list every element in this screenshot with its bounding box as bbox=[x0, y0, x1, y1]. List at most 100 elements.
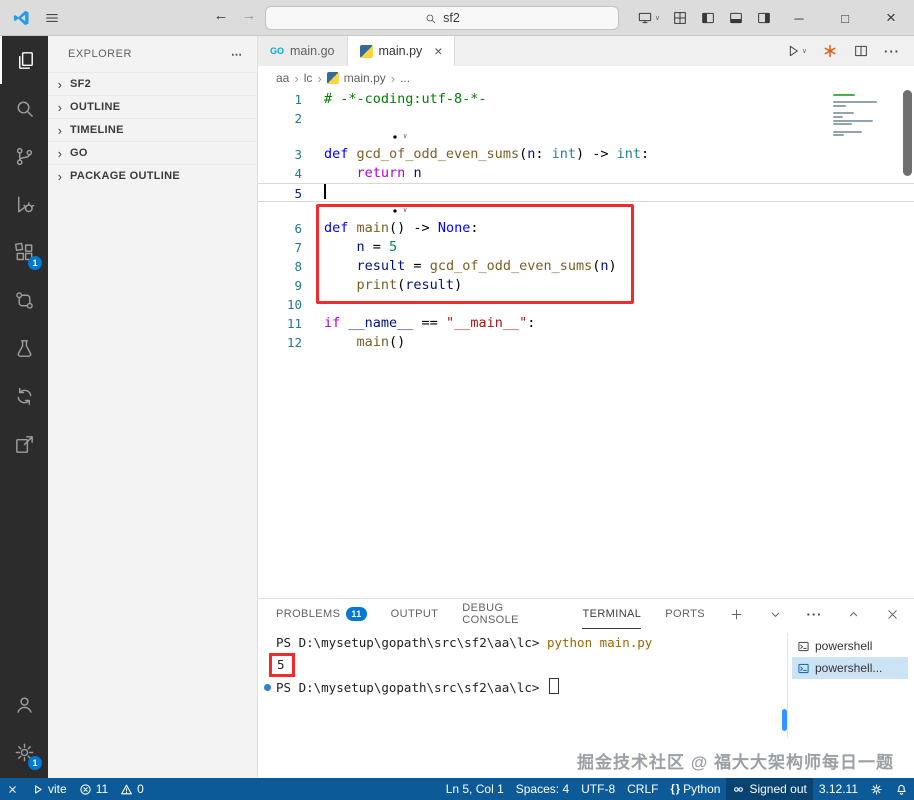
activity-run-debug[interactable] bbox=[0, 180, 48, 228]
status-task-vite[interactable]: vite bbox=[25, 778, 73, 800]
code-line-7[interactable]: 7 n = 5 bbox=[258, 238, 914, 257]
menu-icon[interactable] bbox=[44, 10, 60, 26]
maximize-panel[interactable] bbox=[846, 607, 861, 622]
explorer-header: EXPLORER ⋯ bbox=[48, 36, 257, 72]
code-line-2[interactable]: 2 bbox=[258, 109, 914, 128]
terminal-instance-powershell[interactable]: powershell bbox=[792, 635, 908, 657]
code-line-9[interactable]: 9 print(result) bbox=[258, 276, 914, 295]
watermark-text: 掘金技术社区 @ 福大大架构师每日一题 bbox=[576, 753, 894, 772]
minimize-button[interactable]: ─ bbox=[776, 0, 822, 36]
code-line-6[interactable]: 6 def main() -> None: bbox=[258, 219, 914, 238]
close-tab-icon[interactable]: × bbox=[434, 43, 442, 59]
explorer-section-package-outline[interactable]: › PACKAGE OUTLINE bbox=[48, 164, 257, 187]
close-panel[interactable] bbox=[885, 607, 900, 622]
terminal-instance-powershell[interactable]: powershell... bbox=[792, 657, 908, 679]
breadcrumb-item[interactable]: ... bbox=[400, 71, 410, 85]
new-terminal[interactable] bbox=[729, 607, 744, 622]
explorer-section-timeline[interactable]: › TIMELINE bbox=[48, 118, 257, 141]
breadcrumb-item[interactable]: lc bbox=[304, 71, 313, 85]
status-problems-errors[interactable]: 11 bbox=[73, 778, 114, 800]
activity-explorer[interactable] bbox=[0, 36, 48, 84]
chevron-right-icon: › bbox=[57, 168, 63, 184]
code-line-3[interactable]: 3 def gcd_of_odd_even_sums(n: int) -> int… bbox=[258, 145, 914, 164]
activity-badge: 1 bbox=[28, 756, 42, 770]
code-line-12[interactable]: 12 main() bbox=[258, 333, 914, 352]
explorer-more-actions-icon[interactable]: ⋯ bbox=[231, 48, 243, 61]
status-remote-window[interactable] bbox=[0, 778, 25, 800]
nav-forward-icon[interactable]: → bbox=[238, 7, 260, 24]
toggle-primary-sidebar[interactable] bbox=[700, 10, 716, 26]
code-line-1[interactable]: 1 # -*-coding:utf-8-*- bbox=[258, 90, 914, 109]
code-line-11[interactable]: 11 if __name__ == "__main__": bbox=[258, 314, 914, 333]
status-notifications[interactable] bbox=[889, 778, 914, 800]
status-encoding[interactable]: UTF-8 bbox=[575, 778, 621, 800]
copilot-icon bbox=[732, 783, 745, 796]
activity-testing[interactable] bbox=[0, 324, 48, 372]
copilot-lens-icon[interactable]: ∨ bbox=[390, 128, 407, 145]
terminal-scrollbar-thumb[interactable] bbox=[782, 709, 787, 731]
copilot-lens-icon[interactable]: ∨ bbox=[390, 202, 407, 219]
code-editor[interactable]: 1 # -*-coding:utf-8-*- 2 ∨ 3 def gcd_of_odd_e… bbox=[258, 90, 914, 598]
breadcrumb-item[interactable]: main.py bbox=[344, 71, 386, 85]
more-panel-actions[interactable]: ··· bbox=[807, 607, 822, 622]
status-eol[interactable]: CRLF bbox=[621, 778, 664, 800]
tab-main.go[interactable]: GO main.go bbox=[258, 36, 348, 66]
shell-integration-dot bbox=[264, 684, 271, 691]
error-icon bbox=[79, 783, 92, 796]
status-indentation[interactable]: Spaces: 4 bbox=[510, 778, 575, 800]
play-outline-icon bbox=[31, 783, 44, 796]
chevron-right-icon: › bbox=[317, 70, 322, 86]
run-python-file[interactable]: ∨ bbox=[785, 43, 807, 59]
minimap[interactable] bbox=[833, 92, 885, 138]
code-line-8[interactable]: 8 result = gcd_of_odd_even_sums(n) bbox=[258, 257, 914, 276]
panel-tab-terminal[interactable]: TERMINAL bbox=[582, 599, 642, 629]
activity-accounts[interactable] bbox=[0, 680, 48, 728]
extension-action[interactable] bbox=[822, 43, 838, 59]
split-editor[interactable] bbox=[853, 43, 869, 59]
search-box[interactable]: sf2 bbox=[265, 6, 619, 30]
maximize-button[interactable]: □ bbox=[822, 0, 868, 36]
terminal-profile-dropdown[interactable] bbox=[768, 607, 783, 622]
status-status-misc[interactable] bbox=[864, 778, 889, 800]
activity-search[interactable] bbox=[0, 84, 48, 132]
toggle-panel[interactable] bbox=[728, 10, 744, 26]
activity-extensions[interactable]: 1 bbox=[0, 228, 48, 276]
explorer-section-outline[interactable]: › OUTLINE bbox=[48, 95, 257, 118]
profile-menu[interactable]: ∨ bbox=[637, 10, 660, 26]
panel-tab-debug-console[interactable]: DEBUG CONSOLE bbox=[462, 599, 558, 629]
tab-main.py[interactable]: main.py × bbox=[347, 36, 456, 66]
activity-extension-sync[interactable] bbox=[0, 372, 48, 420]
python-file-icon bbox=[326, 72, 339, 84]
status-copilot-status[interactable]: Signed out bbox=[726, 778, 813, 800]
explorer-section-sf2[interactable]: › SF2 bbox=[48, 72, 257, 95]
activity-remote-explorer[interactable] bbox=[0, 276, 48, 324]
nav-back-icon[interactable]: ← bbox=[210, 7, 232, 24]
explorer-section-go[interactable]: › GO bbox=[48, 141, 257, 164]
explorer-sidebar: EXPLORER ⋯ › SF2 › OUTLINE › TIMELINE › GO › PACK… bbox=[48, 36, 258, 778]
activity-settings[interactable]: 1 bbox=[0, 728, 48, 776]
activity-source-control[interactable] bbox=[0, 132, 48, 180]
panel-tab-ports[interactable]: PORTS bbox=[665, 599, 705, 629]
window-controls: ─ □ × bbox=[776, 0, 914, 36]
code-line-4[interactable]: 4 return n bbox=[258, 164, 914, 183]
close-button[interactable]: × bbox=[868, 0, 914, 36]
editor-scrollbar[interactable] bbox=[903, 90, 912, 176]
customize-layout[interactable] bbox=[672, 10, 688, 26]
remote-indicator-icon bbox=[6, 783, 19, 796]
breadcrumb-item[interactable]: aa bbox=[276, 71, 289, 85]
code-line-10[interactable]: 10 bbox=[258, 295, 914, 314]
activity-extension-export[interactable] bbox=[0, 420, 48, 468]
panel-tab-problems[interactable]: PROBLEMS 11 bbox=[276, 599, 367, 629]
code-line-5[interactable]: 5 bbox=[258, 183, 914, 202]
status-python-version[interactable]: 3.12.11 bbox=[813, 778, 864, 800]
status-problems-warnings[interactable]: 0 bbox=[114, 778, 150, 800]
toggle-secondary-sidebar[interactable] bbox=[756, 10, 772, 26]
terminal-tabs-list: powershell powershell... bbox=[792, 635, 908, 679]
sync-icon bbox=[13, 385, 36, 408]
close-icon bbox=[885, 607, 900, 622]
status-cursor-position[interactable]: Ln 5, Col 1 bbox=[440, 778, 510, 800]
panel-tab-output[interactable]: OUTPUT bbox=[391, 599, 439, 629]
tab-label: main.py bbox=[378, 44, 423, 58]
more-actions[interactable]: ··· bbox=[884, 43, 900, 59]
status-language-mode[interactable]: { } Python bbox=[664, 778, 726, 800]
